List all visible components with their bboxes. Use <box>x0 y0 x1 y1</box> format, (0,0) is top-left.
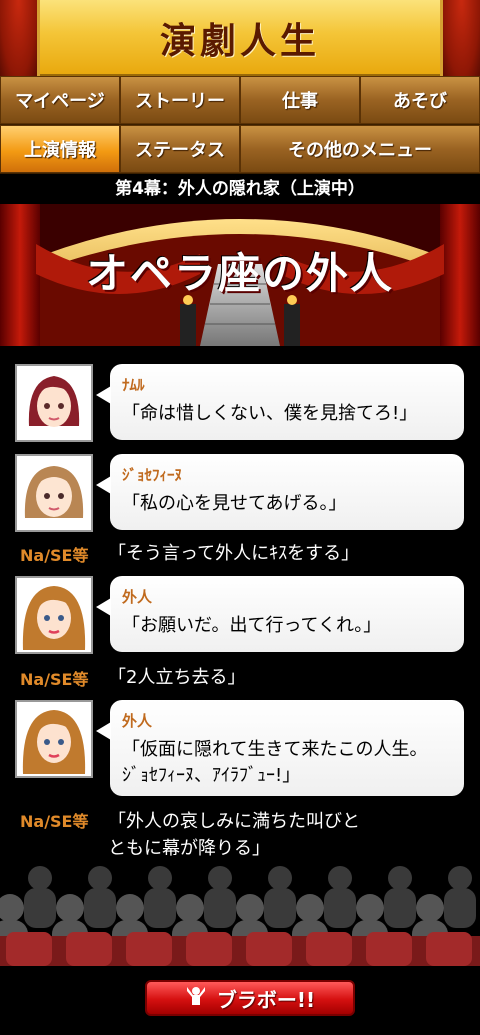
narration-line: 「外人の哀しみに満ちた叫びと <box>108 811 360 832</box>
app-title: 演劇人生 <box>159 20 320 62</box>
speaker-name: 外人 <box>122 588 153 606</box>
main-nav: マイページ ストーリー 仕事 あそび 上演情報 ステータス その他のメニュー <box>0 76 480 174</box>
dialog-line: ｼﾞｮｾﾌｨｰﾇ、ｱｲﾗﾌﾞｭｰ!」 <box>122 765 301 786</box>
nav-story[interactable]: ストーリー <box>120 76 240 124</box>
dialog-line: 「お願いだ。出て行ってくれ。」 <box>122 615 382 636</box>
nav-mypage[interactable]: マイページ <box>0 76 120 124</box>
avatar-josephine <box>15 454 93 532</box>
speech-bubble: 外人 「仮面に隠れて生きて来たこの人生。 ｼﾞｮｾﾌｨｰﾇ、ｱｲﾗﾌﾞｭｰ!」 <box>96 700 464 796</box>
speech-bubble: ﾅﾑﾙ 「命は惜しくない、僕を見捨てろ!」 <box>96 364 464 440</box>
dialog-3: 外人 「お願いだ。出て行ってくれ。」 <box>0 576 480 660</box>
avatar-namuru <box>15 364 93 442</box>
speech-bubble: ｼﾞｮｾﾌｨｰﾇ 「私の心を見せてあげる。」 <box>96 454 464 530</box>
avatar-gaijin <box>15 700 93 778</box>
app-header: 演劇人生 <box>0 0 480 76</box>
bravo-label: ブラボー!! <box>216 987 316 1012</box>
nav-work[interactable]: 仕事 <box>240 76 360 124</box>
narration-tag: Na/SE等 <box>20 670 89 689</box>
speech-bubble: 外人 「お願いだ。出て行ってくれ。」 <box>96 576 464 652</box>
nav-status[interactable]: ステータス <box>120 125 240 173</box>
stage-banner: オペラ座の外人 <box>0 204 480 346</box>
speaker-name: ｼﾞｮｾﾌｨｰﾇ <box>122 466 183 484</box>
nav-play[interactable]: あそび <box>360 76 480 124</box>
nav-performance-info[interactable]: 上演情報 <box>0 125 120 173</box>
nav-other-menu[interactable]: その他のメニュー <box>240 125 480 173</box>
dialog-line: 「仮面に隠れて生きて来たこの人生。 <box>122 739 428 760</box>
narration-text: 「外人の哀しみに満ちた叫びと ともに幕が降りる」 <box>108 808 360 862</box>
narration-tag: Na/SE等 <box>20 546 89 565</box>
footer: ブラボー!! <box>0 966 480 1035</box>
narration-tag: Na/SE等 <box>20 812 89 831</box>
narration-text: 「2人立ち去る」 <box>108 667 246 688</box>
avatar-gaijin <box>15 576 93 654</box>
dialog-2: ｼﾞｮｾﾌｨｰﾇ 「私の心を見せてあげる。」 <box>0 454 480 538</box>
dialog-4: 外人 「仮面に隠れて生きて来たこの人生。 ｼﾞｮｾﾌｨｰﾇ、ｱｲﾗﾌﾞｭｰ!」 <box>0 700 480 800</box>
audience-silhouettes <box>0 858 480 966</box>
narration-text: 「そう言って外人にｷｽをする」 <box>108 543 360 564</box>
speaker-name: ﾅﾑﾙ <box>122 376 145 394</box>
dialog-line: 「私の心を見せてあげる。」 <box>122 493 347 514</box>
dialog-line: 「命は惜しくない、僕を見捨てろ!」 <box>122 403 418 424</box>
act-title: 第4幕：外人の隠れ家（上演中） <box>0 174 480 204</box>
speaker-name: 外人 <box>122 712 153 730</box>
cheer-icon <box>185 985 207 1012</box>
banner-title: オペラ座の外人 <box>85 249 394 298</box>
bravo-button[interactable]: ブラボー!! <box>145 980 355 1016</box>
dialog-1: ﾅﾑﾙ 「命は惜しくない、僕を見捨てろ!」 <box>0 362 480 446</box>
